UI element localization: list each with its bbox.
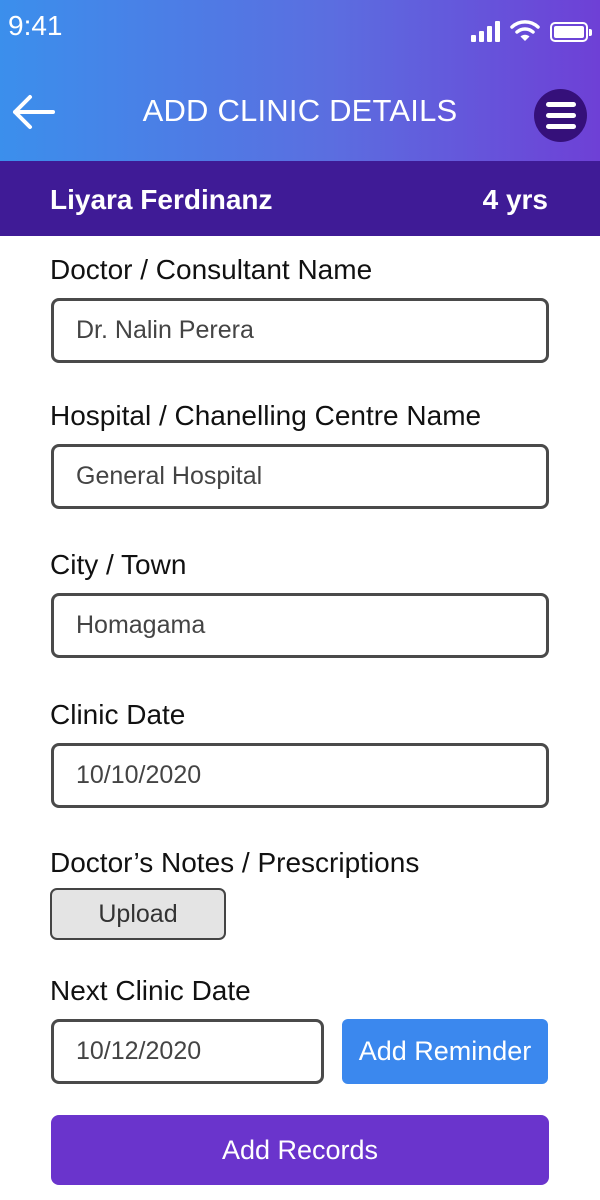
add-records-button[interactable]: Add Records	[51, 1115, 549, 1185]
hospital-name-label: Hospital / Chanelling Centre Name	[50, 400, 482, 431]
doctor-name-input[interactable]	[51, 298, 549, 363]
next-clinic-date-label: Next Clinic Date	[50, 975, 251, 1006]
menu-button[interactable]	[534, 89, 587, 142]
doctor-name-label: Doctor / Consultant Name	[50, 254, 373, 285]
patient-name: Liyara Ferdinanz	[50, 184, 273, 215]
app-header: 9:41 ADD CLINIC DETAILS	[0, 0, 600, 161]
add-reminder-button[interactable]: Add Reminder	[342, 1019, 548, 1084]
clinic-date-input[interactable]	[51, 743, 549, 808]
status-time: 9:41	[8, 10, 63, 41]
hospital-name-input[interactable]	[51, 444, 549, 509]
signal-icon	[471, 20, 500, 42]
status-icons	[471, 14, 592, 42]
patient-age: 4 yrs	[482, 184, 548, 215]
battery-icon	[550, 22, 592, 42]
notes-label: Doctor’s Notes / Prescriptions	[50, 847, 420, 878]
city-input[interactable]	[51, 593, 549, 658]
upload-button[interactable]: Upload	[50, 888, 226, 940]
hamburger-menu-icon	[545, 102, 576, 107]
page-title: ADD CLINIC DETAILS	[142, 93, 458, 128]
clinic-date-label: Clinic Date	[50, 699, 186, 730]
city-label: City / Town	[50, 549, 187, 580]
next-clinic-date-input[interactable]	[51, 1019, 324, 1084]
wifi-icon	[510, 20, 540, 41]
